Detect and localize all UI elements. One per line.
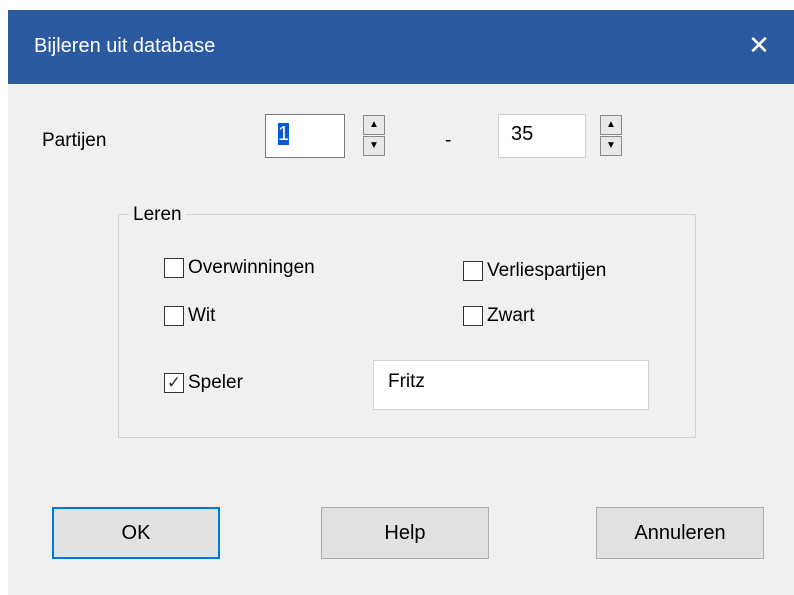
spin-up-arrow-icon[interactable]: ▲ (363, 115, 385, 135)
spin-down-arrow-icon[interactable]: ▼ (363, 136, 385, 156)
partijen-label: Partijen (42, 130, 107, 151)
checkbox-box[interactable] (463, 306, 483, 326)
close-icon[interactable]: ✕ (746, 32, 772, 58)
checkbox-wit[interactable]: Wit (164, 305, 215, 327)
to-game-input[interactable]: 35 (498, 114, 586, 158)
window-title: Bijleren uit database (34, 35, 216, 57)
checkbox-box[interactable] (463, 261, 483, 281)
checkbox-label: Verliespartijen (487, 260, 607, 281)
to-game-spinner[interactable]: ▲ ▼ (600, 114, 622, 158)
from-game-spinner[interactable]: ▲ ▼ (363, 114, 385, 158)
cancel-button[interactable]: Annuleren (596, 507, 764, 559)
checkbox-label: Speler (188, 372, 243, 393)
checkbox-label: Overwinningen (188, 257, 315, 278)
checkbox-overwinningen[interactable]: Overwinningen (164, 257, 362, 279)
checkbox-box[interactable] (164, 306, 184, 326)
spin-down-arrow-icon[interactable]: ▼ (600, 136, 622, 156)
range-separator: - (445, 130, 452, 151)
ok-button[interactable]: OK (52, 507, 220, 559)
checkmark-icon[interactable]: ✓ (164, 373, 184, 393)
checkbox-label: Wit (188, 305, 216, 326)
checkbox-speler[interactable]: ✓ Speler (164, 372, 243, 394)
checkbox-verliespartijen[interactable]: Verliespartijen (463, 260, 606, 282)
player-name-value: Fritz (388, 371, 425, 392)
from-game-value: 1 (278, 123, 290, 145)
title-bar: Bijleren uit database ✕ (8, 10, 794, 84)
leren-group-title: Leren (129, 204, 186, 226)
spin-up-arrow-icon[interactable]: ▲ (600, 115, 622, 135)
player-name-input[interactable]: Fritz (373, 360, 649, 410)
dialog-body: Partijen 1 ▲ ▼ - 35 ▲ ▼ Leren Overwinnin… (8, 84, 794, 595)
help-button[interactable]: Help (321, 507, 489, 559)
from-game-input[interactable]: 1 (265, 114, 345, 158)
checkbox-box[interactable] (164, 258, 184, 278)
to-game-value: 35 (511, 123, 534, 145)
checkbox-zwart[interactable]: Zwart (463, 305, 535, 327)
checkbox-label: Zwart (487, 305, 535, 326)
